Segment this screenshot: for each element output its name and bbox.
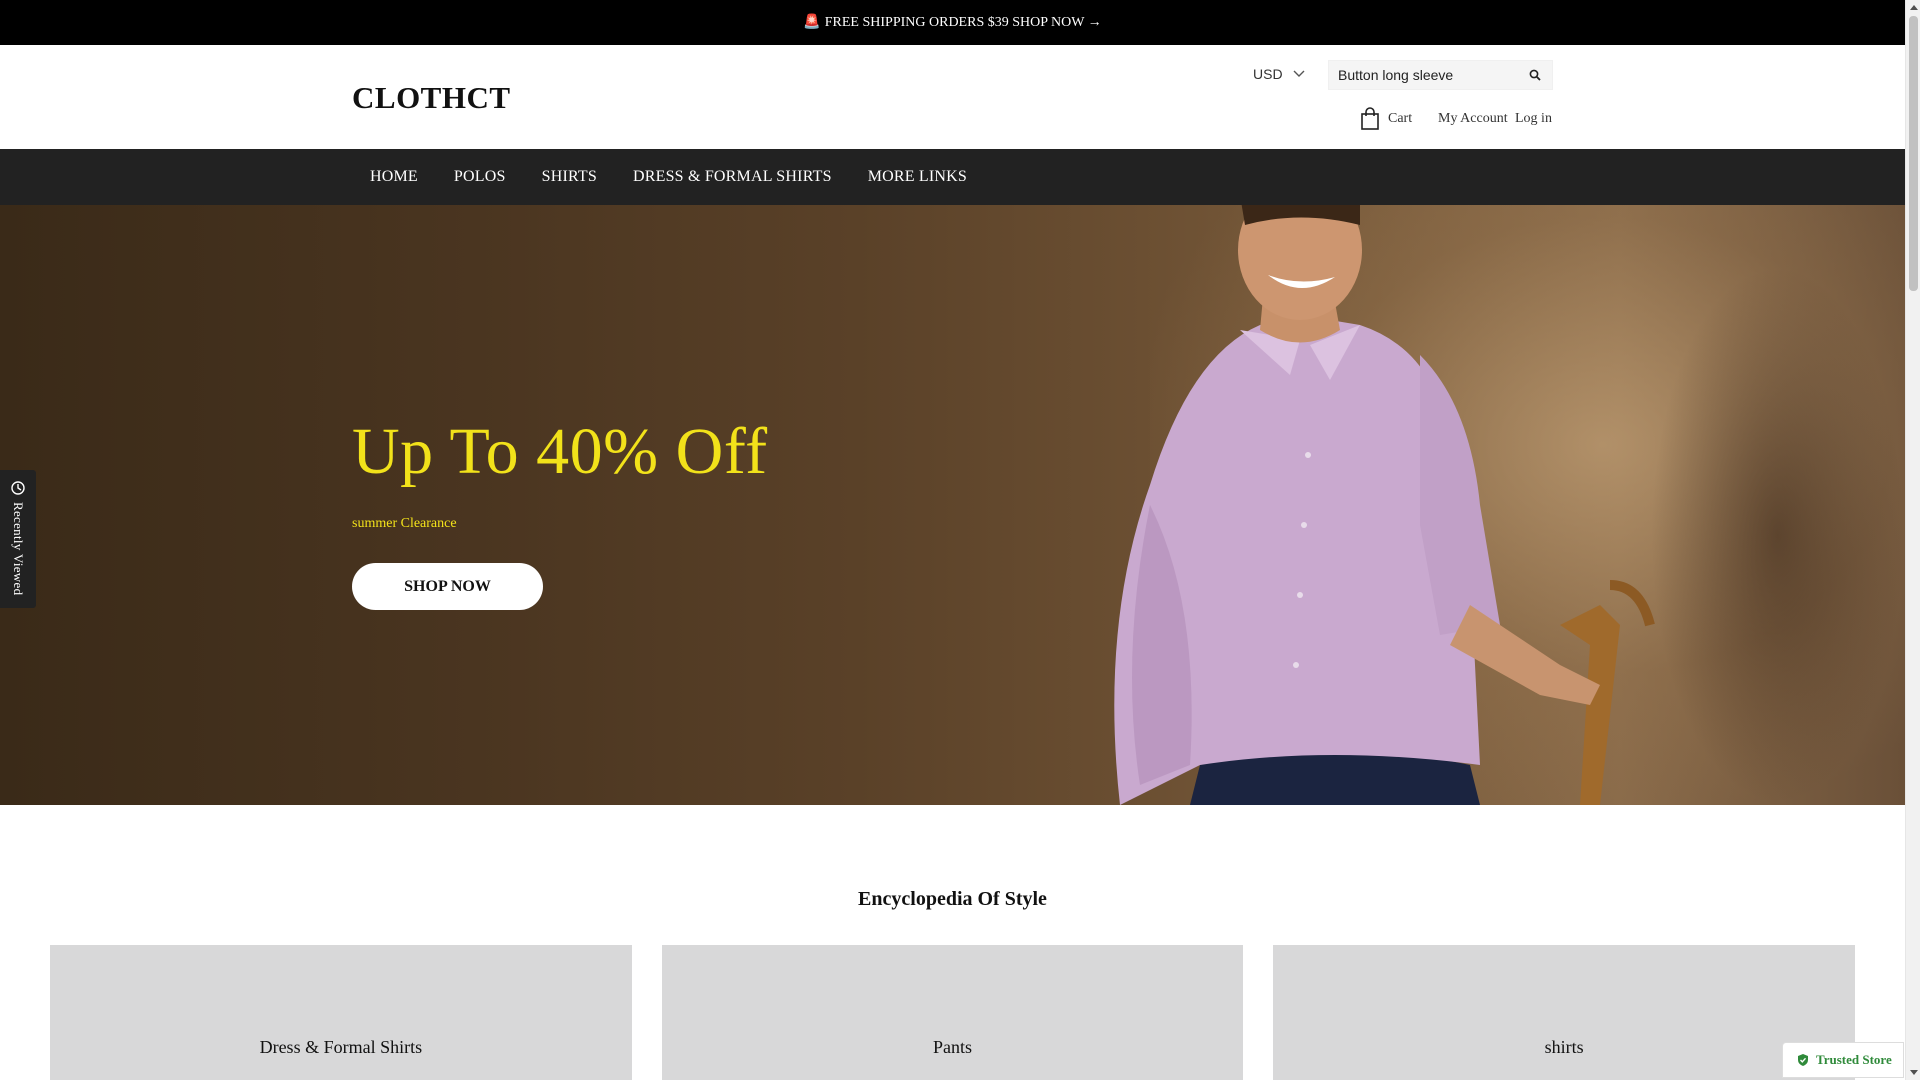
store-logo[interactable]: CLOTHCT — [352, 80, 511, 116]
search-input[interactable] — [1329, 61, 1519, 89]
announcement-bar[interactable]: 🚨 FREE SHIPPING ORDERS $39 SHOP NOW → — [0, 0, 1905, 45]
category-card-pants[interactable]: Pants — [661, 945, 1244, 1080]
my-account-link[interactable]: My Account — [1438, 111, 1508, 127]
recently-viewed-label: Recently Viewed — [11, 502, 26, 596]
hero-banner[interactable]: Up To 40% Off summer Clearance SHOP NOW — [0, 205, 1905, 805]
page-scrollbar[interactable] — [1905, 0, 1920, 1080]
category-card-dress-formal-shirts[interactable]: Dress & Formal Shirts — [50, 945, 632, 1080]
cart-label: Cart — [1388, 111, 1413, 126]
trusted-store-label: Trusted Store — [1816, 1052, 1892, 1067]
currency-selector[interactable]: USD — [1253, 66, 1305, 82]
shield-check-icon — [1798, 1054, 1808, 1066]
search-icon — [1529, 69, 1541, 81]
chevron-down-icon — [1293, 70, 1305, 77]
nav-item-home[interactable]: HOME — [352, 168, 436, 186]
nav-item-polos[interactable]: POLOS — [436, 168, 524, 186]
hero-title: Up To 40% Off — [352, 415, 768, 488]
shop-now-button[interactable]: SHOP NOW — [352, 563, 543, 610]
page: 🚨 FREE SHIPPING ORDERS $39 SHOP NOW → CL… — [0, 0, 1905, 1080]
nav-item-more-links[interactable]: MORE LINKS — [850, 168, 985, 186]
nav-item-shirts[interactable]: SHIRTS — [524, 168, 615, 186]
category-card-label: Dress & Formal Shirts — [259, 1037, 423, 1057]
currency-value: USD — [1253, 66, 1283, 82]
section-title: Encyclopedia Of Style — [858, 888, 1047, 910]
site-header: CLOTHCT USD Cart My Account Log — [0, 45, 1905, 149]
category-card-label: shirts — [1544, 1037, 1584, 1057]
cart-link[interactable]: Cart — [1360, 107, 1412, 131]
category-card-label: Pants — [933, 1037, 973, 1057]
trusted-store-badge[interactable]: Trusted Store — [1782, 1042, 1904, 1078]
hero-model-image — [1114, 205, 1655, 805]
category-cards: Dress & Formal Shirts Pants shirts — [50, 945, 1856, 1080]
scroll-up-arrow[interactable] — [1910, 5, 1918, 10]
search-button[interactable] — [1519, 61, 1551, 89]
hero-subtitle: summer Clearance — [352, 516, 457, 531]
scrollbar-thumb[interactable] — [1909, 16, 1918, 291]
category-card-shirts[interactable]: shirts — [1273, 945, 1856, 1080]
history-icon — [11, 481, 25, 495]
shopping-bag-icon — [1361, 107, 1379, 130]
recently-viewed-tab[interactable]: Recently Viewed — [0, 470, 36, 608]
nav-item-dress-formal-shirts[interactable]: DRESS & FORMAL SHIRTS — [615, 168, 850, 186]
announcement-text: FREE SHIPPING ORDERS $39 SHOP NOW → — [824, 14, 1102, 30]
scroll-down-arrow[interactable] — [1910, 1070, 1918, 1075]
hero-background-shadow — [1650, 265, 1905, 805]
login-link[interactable]: Log in — [1515, 111, 1552, 127]
search-bar — [1328, 60, 1553, 90]
siren-icon: 🚨 — [803, 15, 821, 30]
main-nav: HOME POLOS SHIRTS DRESS & FORMAL SHIRTS … — [0, 149, 1905, 205]
